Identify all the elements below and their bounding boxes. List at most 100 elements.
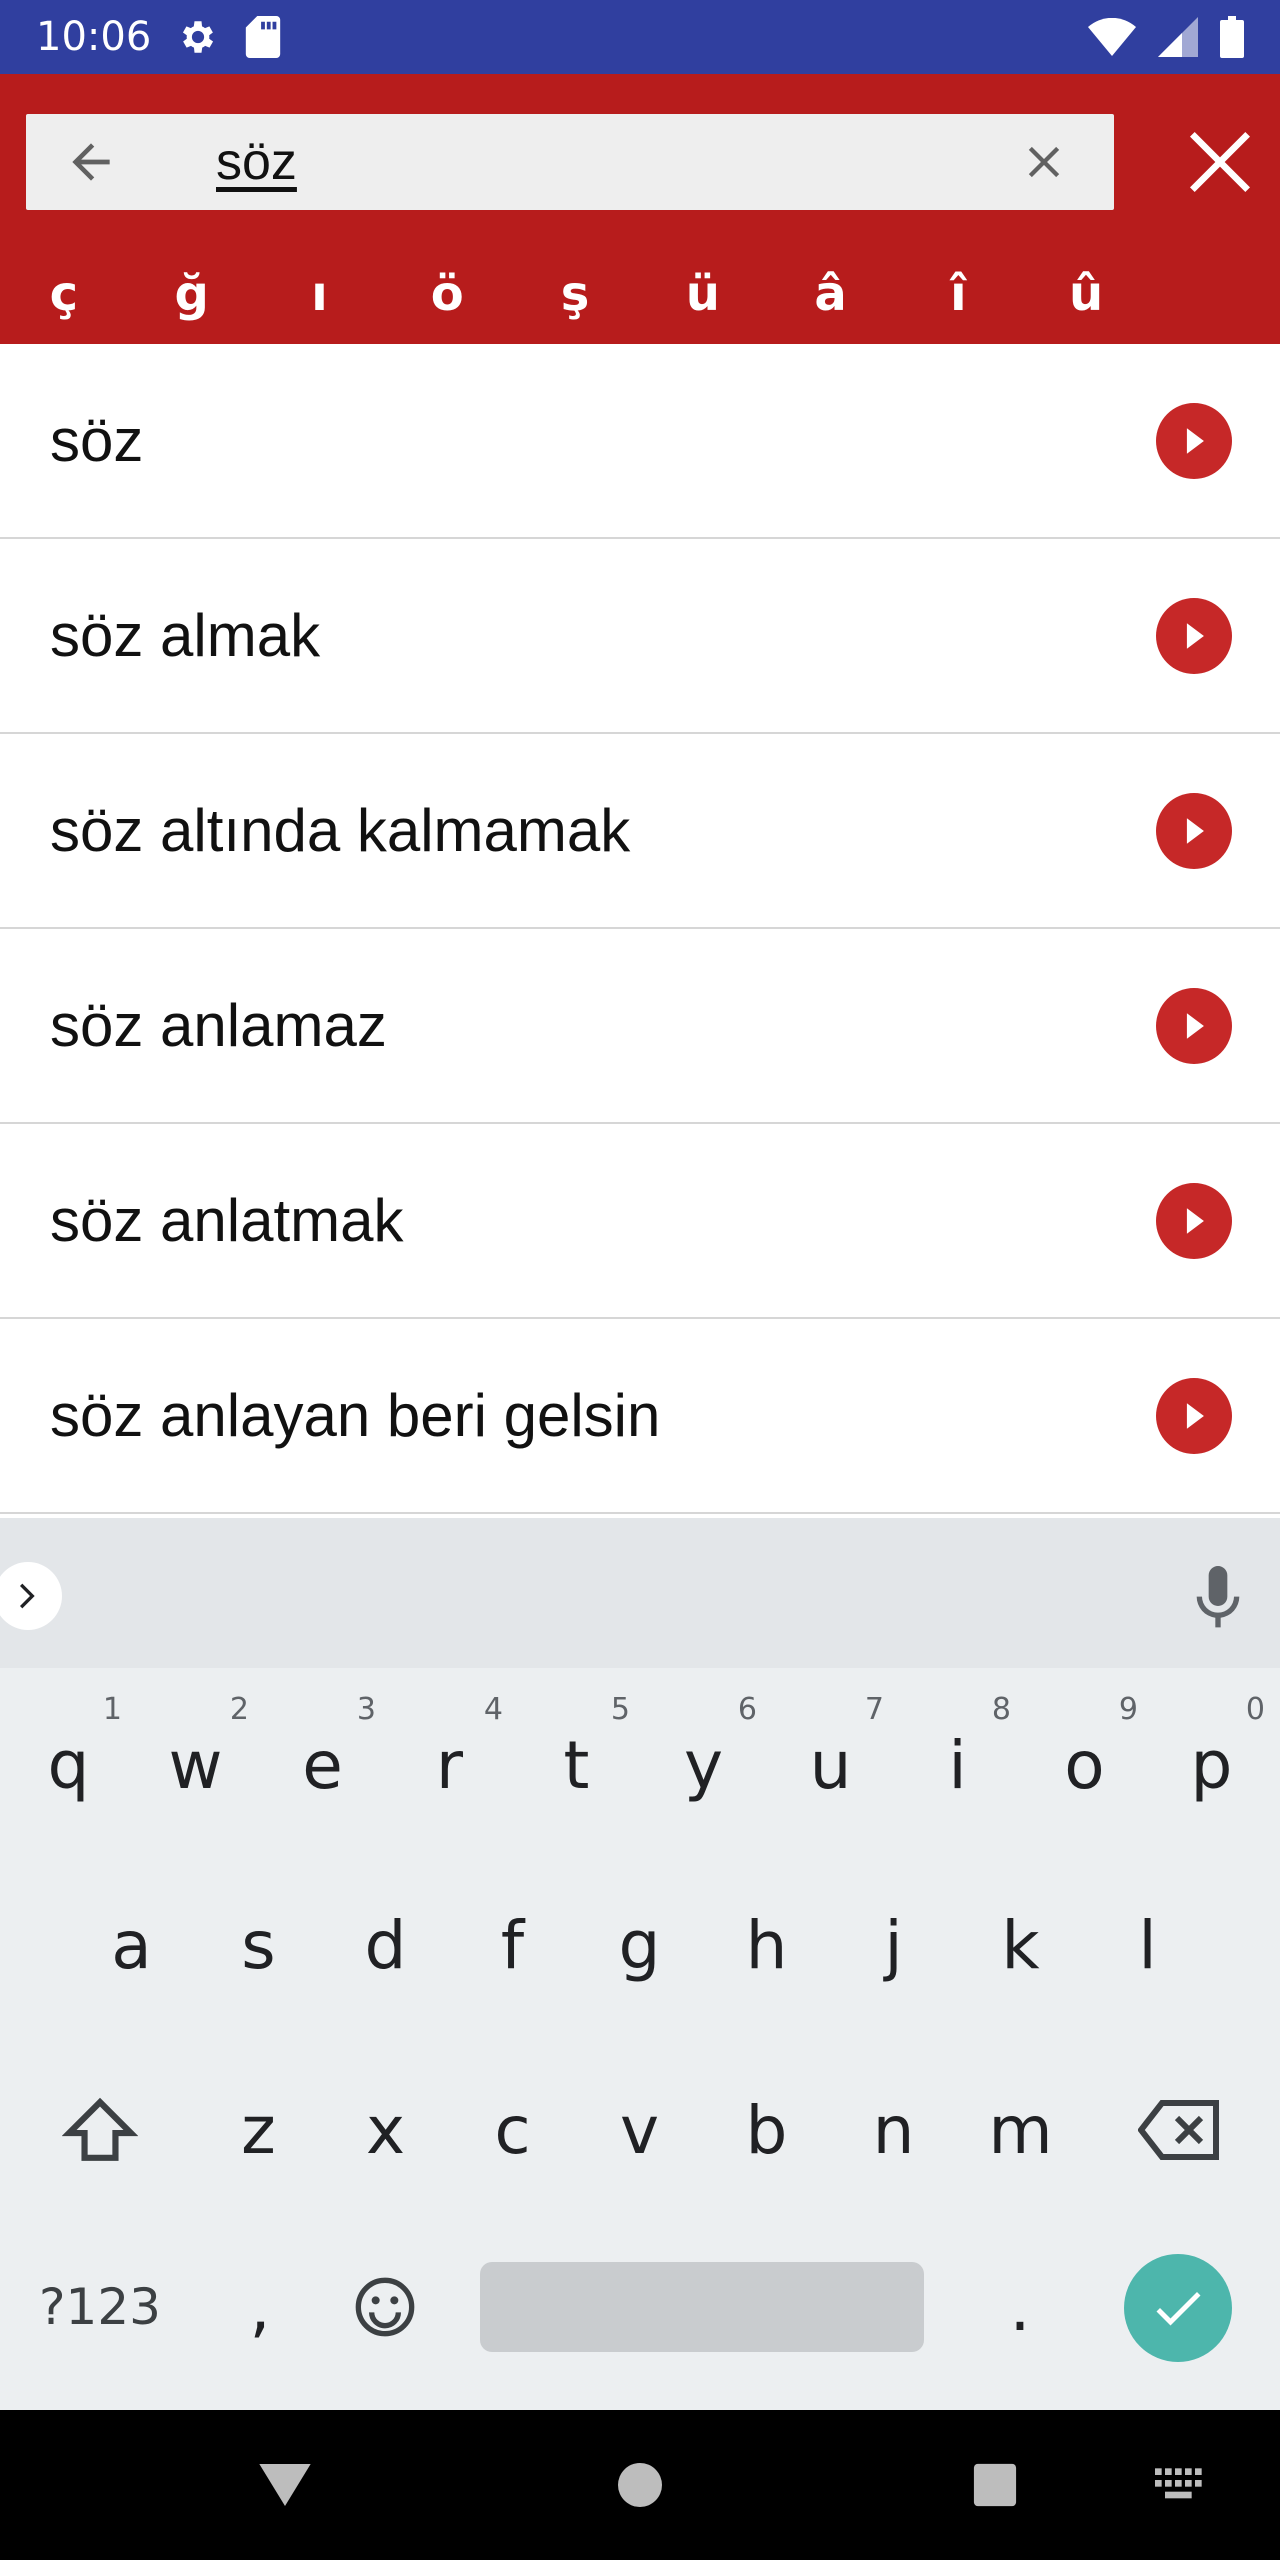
symbols-key[interactable]: ?123 — [20, 2232, 180, 2382]
char-button-u-circumflex[interactable]: û — [1022, 244, 1150, 344]
key-m[interactable]: m — [957, 2045, 1084, 2215]
key-y[interactable]: y6 — [640, 1680, 767, 1850]
search-input[interactable] — [216, 114, 1016, 210]
voice-input-button[interactable] — [1190, 1558, 1246, 1638]
key-hint: 4 — [483, 1692, 503, 1727]
backspace-key[interactable] — [1120, 2045, 1240, 2215]
microphone-icon — [1196, 1566, 1240, 1628]
key-label: u — [809, 1726, 852, 1804]
char-button-s-cedilla[interactable]: ş — [511, 244, 639, 344]
recents-nav-button[interactable] — [950, 2410, 1040, 2560]
list-item-label: söz — [50, 407, 144, 474]
key-w[interactable]: w2 — [132, 1680, 259, 1850]
special-characters-row: ç ğ ı ö ş ü â î û — [0, 244, 1150, 344]
emoji-key[interactable] — [330, 2232, 440, 2382]
close-button[interactable] — [1170, 114, 1270, 210]
space-key[interactable] — [480, 2262, 924, 2352]
key-e[interactable]: e3 — [259, 1680, 386, 1850]
keyboard-switch-button[interactable] — [1130, 2410, 1230, 2560]
key-r[interactable]: r4 — [386, 1680, 513, 1850]
key-p[interactable]: p0 — [1148, 1680, 1275, 1850]
key-n[interactable]: n — [830, 2045, 957, 2215]
key-v[interactable]: v — [576, 2045, 703, 2215]
shift-icon — [62, 2097, 138, 2161]
key-k[interactable]: k — [957, 1860, 1084, 2030]
char-button-o-umlaut[interactable]: ö — [383, 244, 511, 344]
key-s[interactable]: s — [195, 1860, 322, 2030]
key-i[interactable]: i8 — [894, 1680, 1021, 1850]
play-arrow-icon — [1186, 1402, 1204, 1429]
list-item[interactable]: söz almak — [0, 539, 1280, 734]
go-button[interactable] — [1156, 1377, 1232, 1454]
list-item[interactable]: söz — [0, 344, 1280, 539]
wifi-icon — [1088, 18, 1136, 56]
char-button-i-circumflex[interactable]: î — [894, 244, 1022, 344]
list-item[interactable]: söz anlayan beri gelsin — [0, 1319, 1280, 1514]
key-q[interactable]: q1 — [5, 1680, 132, 1850]
status-time: 10:06 — [36, 14, 152, 60]
square-icon — [973, 2463, 1017, 2507]
play-arrow-icon — [1186, 817, 1204, 844]
period-key[interactable]: . — [960, 2232, 1080, 2382]
key-o[interactable]: o9 — [1021, 1680, 1148, 1850]
list-item[interactable]: söz altında kalmamak — [0, 734, 1280, 929]
key-b[interactable]: b — [703, 2045, 830, 2215]
home-nav-button[interactable] — [595, 2410, 685, 2560]
clear-icon — [1028, 146, 1060, 178]
list-item-label: söz anlamaz — [50, 992, 387, 1059]
battery-icon — [1220, 16, 1244, 58]
list-item[interactable]: söz anlatmak — [0, 1124, 1280, 1319]
emoji-icon — [355, 2277, 415, 2337]
key-label: y — [683, 1726, 724, 1804]
comma-key[interactable]: , — [200, 2232, 320, 2382]
chevron-right-icon — [20, 1583, 35, 1609]
key-l[interactable]: l — [1084, 1860, 1211, 2030]
go-button[interactable] — [1156, 987, 1232, 1064]
key-hint: 0 — [1245, 1692, 1265, 1727]
key-t[interactable]: t5 — [513, 1680, 640, 1850]
gear-icon — [177, 16, 219, 58]
key-a[interactable]: a — [68, 1860, 195, 2030]
back-button[interactable] — [26, 114, 156, 210]
go-button[interactable] — [1156, 1182, 1232, 1259]
key-z[interactable]: z — [195, 2045, 322, 2215]
enter-key[interactable] — [1124, 2254, 1232, 2362]
key-d[interactable]: d — [322, 1860, 449, 2030]
key-hint: 5 — [610, 1692, 630, 1727]
key-label: q — [47, 1726, 90, 1804]
navigation-bar — [0, 2410, 1280, 2560]
key-label: t — [563, 1726, 590, 1804]
clear-search-button[interactable] — [1004, 114, 1084, 210]
key-hint: 9 — [1118, 1692, 1138, 1727]
home-circle-icon — [618, 2463, 662, 2507]
key-label: i — [948, 1726, 967, 1804]
char-button-g-breve[interactable]: ğ — [128, 244, 256, 344]
key-h[interactable]: h — [703, 1860, 830, 2030]
char-button-c-cedilla[interactable]: ç — [0, 244, 128, 344]
list-item-label: söz altında kalmamak — [50, 797, 631, 864]
key-g[interactable]: g — [576, 1860, 703, 2030]
key-c[interactable]: c — [449, 2045, 576, 2215]
char-button-u-umlaut[interactable]: ü — [639, 244, 767, 344]
key-u[interactable]: u7 — [767, 1680, 894, 1850]
list-item[interactable]: söz anlamaz — [0, 929, 1280, 1124]
arrow-left-icon — [72, 143, 110, 181]
char-button-dotless-i[interactable]: ı — [256, 244, 384, 344]
go-button[interactable] — [1156, 792, 1232, 869]
back-nav-button[interactable] — [240, 2410, 330, 2560]
keyboard-expand-button[interactable] — [0, 1562, 62, 1630]
key-x[interactable]: x — [322, 2045, 449, 2215]
triangle-down-icon — [259, 2464, 311, 2506]
search-box — [26, 114, 1114, 210]
key-label: w — [168, 1726, 223, 1804]
backspace-icon — [1138, 2100, 1219, 2160]
key-j[interactable]: j — [830, 1860, 957, 2030]
key-hint: 7 — [864, 1692, 884, 1727]
go-button[interactable] — [1156, 402, 1232, 479]
list-item-label: söz anlayan beri gelsin — [50, 1382, 661, 1449]
key-f[interactable]: f — [449, 1860, 576, 2030]
sd-card-icon — [245, 16, 281, 58]
go-button[interactable] — [1156, 597, 1232, 674]
char-button-a-circumflex[interactable]: â — [767, 244, 895, 344]
shift-key[interactable] — [40, 2045, 160, 2215]
